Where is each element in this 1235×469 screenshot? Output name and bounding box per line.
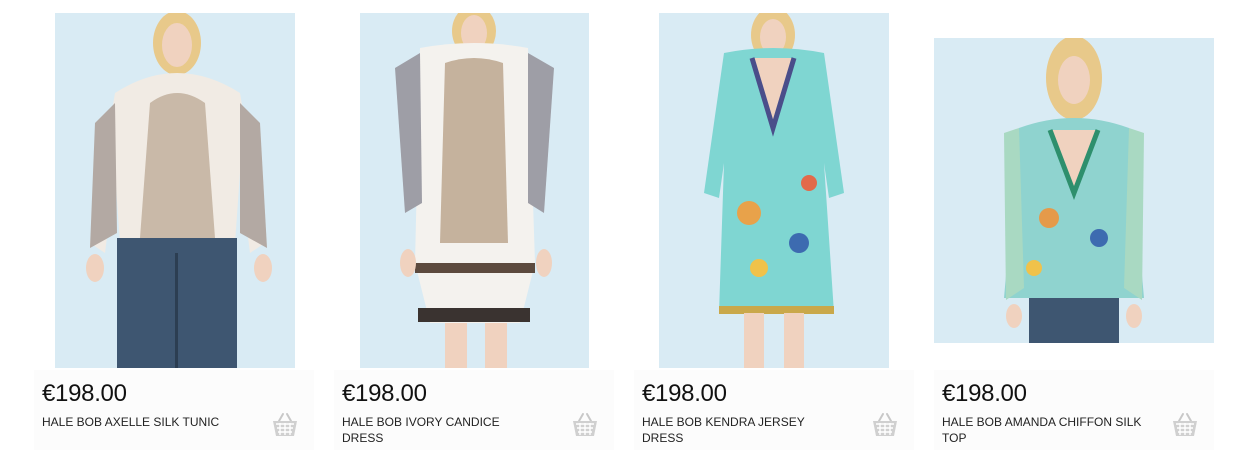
product-price: €198.00 [42,380,127,407]
product-price: €198.00 [642,380,727,407]
product-card[interactable]: €198.00 HALE BOB AMANDA CHIFFON SILK TOP [934,0,1234,460]
basket-icon[interactable] [1170,410,1200,440]
product-name[interactable]: HALE BOB AXELLE SILK TUNIC [42,414,242,430]
chiffon-top-photo [934,38,1214,343]
product-image[interactable] [55,13,295,368]
product-name[interactable]: HALE BOB KENDRA JERSEY DRESS [642,414,842,446]
product-image[interactable] [360,13,589,368]
basket-icon[interactable] [270,410,300,440]
product-price: €198.00 [342,380,427,407]
product-card[interactable]: €198.00 HALE BOB KENDRA JERSEY DRESS [634,0,934,460]
product-price: €198.00 [942,380,1027,407]
basket-icon[interactable] [870,410,900,440]
product-card[interactable]: €198.00 HALE BOB AXELLE SILK TUNIC [34,0,334,460]
product-grid: €198.00 HALE BOB AXELLE SILK TUNIC €198.… [0,0,1235,469]
basket-icon[interactable] [570,410,600,440]
dress-photo [360,13,589,368]
tunic-photo [55,13,295,368]
product-card[interactable]: €198.00 HALE BOB IVORY CANDICE DRESS [334,0,634,460]
product-image[interactable] [934,38,1214,343]
product-name[interactable]: HALE BOB IVORY CANDICE DRESS [342,414,542,446]
product-name[interactable]: HALE BOB AMANDA CHIFFON SILK TOP [942,414,1142,446]
product-image[interactable] [659,13,889,368]
jersey-dress-photo [659,13,889,368]
